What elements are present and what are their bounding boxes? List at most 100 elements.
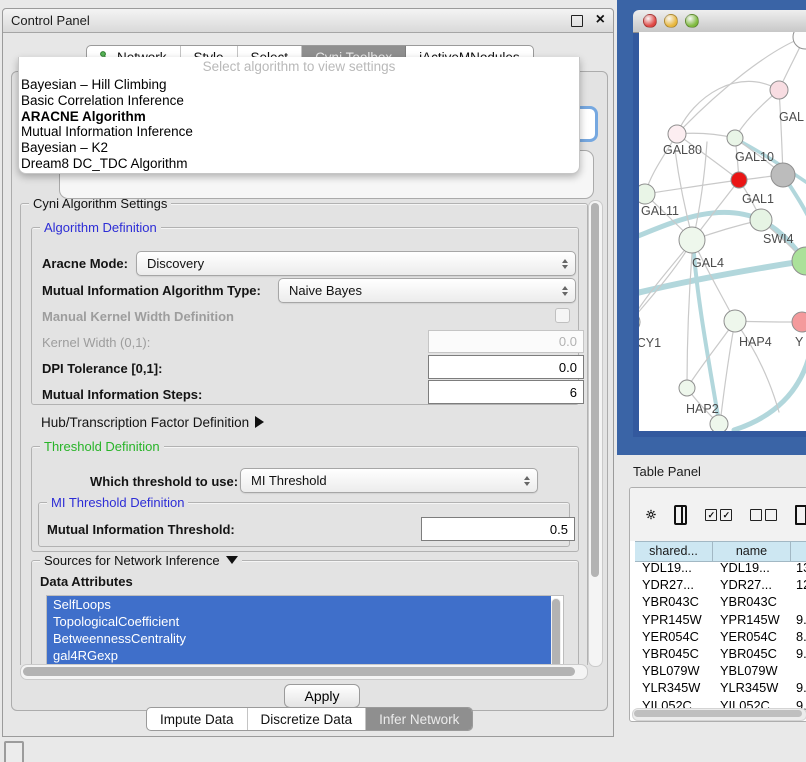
network-view-window[interactable]: GALGAL80GAL10GAL1GAL11SWI4GAL4GCY1HAP4YH…: [633, 10, 806, 437]
close-window-button[interactable]: [643, 14, 657, 28]
threshold-definition-group: Threshold Definition Which threshold to …: [31, 446, 579, 552]
network-window-titlebar[interactable]: [633, 10, 806, 33]
column-header[interactable]: name: [713, 542, 791, 561]
node-label: GAL: [779, 110, 804, 124]
table-cell: YBL079W: [720, 663, 778, 678]
node-label: GAL80: [663, 143, 702, 157]
aracne-mode-select[interactable]: Discovery: [136, 251, 576, 276]
table-horizontal-scrollbar[interactable]: [632, 708, 806, 721]
table-row[interactable]: YBR043CYBR043C: [635, 594, 806, 611]
network-node-hap4[interactable]: [724, 310, 746, 332]
table-row[interactable]: YDR27...YDR27...12: [635, 577, 806, 594]
gear-icon[interactable]: [646, 506, 656, 523]
sources-title-text: Sources for Network Inference: [44, 553, 220, 568]
table-cell: 9.: [796, 680, 806, 695]
table-cell: YDL19...: [642, 560, 692, 575]
network-node-gal80[interactable]: [668, 125, 686, 143]
apply-button[interactable]: Apply: [284, 684, 360, 708]
data-attributes-list[interactable]: SelfLoopsTopologicalCoefficientBetweenne…: [46, 595, 564, 665]
table-cell: YBR043C: [642, 594, 699, 609]
zoom-window-button[interactable]: [685, 14, 699, 28]
network-node-gal4[interactable]: [679, 227, 705, 253]
tab-infer-network[interactable]: Infer Network: [366, 708, 472, 730]
attribute-list-item[interactable]: gal4RGexp: [47, 647, 551, 664]
table-cell: 13: [796, 560, 806, 575]
node-label: GAL4: [692, 256, 724, 270]
algorithm-option[interactable]: Bayesian – Hill Climbing: [19, 77, 579, 93]
dpi-tolerance-value: 0.0: [559, 360, 577, 375]
table-cell: YBR045C: [642, 646, 699, 661]
network-node-swi4[interactable]: [750, 209, 772, 231]
algorithm-option[interactable]: Bayesian – K2: [19, 140, 579, 156]
table-row[interactable]: YDL19...YDL19...13: [635, 560, 806, 577]
hub-tf-label: Hub/Transcription Factor Definition: [41, 415, 249, 430]
mi-threshold-field[interactable]: 0.5: [421, 517, 575, 541]
sources-group: Sources for Network Inference Data Attri…: [31, 560, 579, 665]
control-panel-titlebar[interactable]: Control Panel ×: [3, 9, 613, 33]
table-row[interactable]: YLR345WYLR345W9.: [635, 680, 806, 697]
node-label: GAL10: [735, 150, 774, 164]
network-node-gal11[interactable]: [639, 184, 655, 204]
tab-discretize-data[interactable]: Discretize Data: [248, 708, 367, 730]
network-node-gal1[interactable]: [731, 172, 747, 188]
network-node-hap2[interactable]: [679, 380, 695, 396]
kernel-width-label: Kernel Width (0,1):: [42, 335, 150, 350]
table-hscroll-thumb[interactable]: [634, 710, 802, 717]
attribute-list-item[interactable]: BetweennessCentrality: [47, 630, 551, 647]
manual-kernel-checkbox[interactable]: [555, 308, 570, 323]
mi-steps-field[interactable]: 6: [428, 380, 584, 404]
table-row[interactable]: YBL079WYBL079W: [635, 663, 806, 680]
network-node-gal10[interactable]: [727, 130, 743, 146]
network-node-gal[interactable]: [770, 81, 788, 99]
export-table-icon[interactable]: [795, 505, 806, 525]
network-node[interactable]: [710, 415, 728, 431]
algorithm-definition-group: Algorithm Definition Aracne Mode: Discov…: [31, 227, 579, 405]
network-node[interactable]: [793, 32, 806, 49]
settings-vertical-scrollbar[interactable]: [588, 200, 603, 667]
attributes-scrollbar[interactable]: [551, 598, 561, 665]
close-icon[interactable]: ×: [596, 10, 605, 30]
float-window-icon[interactable]: [571, 15, 583, 27]
node-label: GAL1: [742, 192, 774, 206]
which-threshold-select[interactable]: MI Threshold: [240, 468, 538, 493]
network-edge: [779, 90, 783, 175]
deselect-all-checks-icon[interactable]: [750, 509, 777, 521]
hub-tf-expander[interactable]: Hub/Transcription Factor Definition: [41, 415, 264, 430]
settings-vscroll-thumb[interactable]: [591, 203, 599, 577]
network-canvas[interactable]: GALGAL80GAL10GAL1GAL11SWI4GAL4GCY1HAP4YH…: [639, 32, 806, 431]
select-all-checks-icon[interactable]: ✓✓: [705, 509, 732, 521]
network-edge: [645, 180, 739, 194]
kernel-width-field[interactable]: 0.0: [428, 330, 584, 353]
attribute-list-item[interactable]: TopologicalCoefficient: [47, 613, 551, 630]
sources-group-title[interactable]: Sources for Network Inference: [40, 553, 242, 568]
column-header[interactable]: shared...: [635, 542, 713, 561]
network-node-gcy1[interactable]: [639, 312, 640, 332]
settings-horizontal-scrollbar[interactable]: [20, 664, 588, 680]
network-node[interactable]: [771, 163, 795, 187]
minimize-window-button[interactable]: [664, 14, 678, 28]
tab-impute-data[interactable]: Impute Data: [147, 708, 248, 730]
table-row[interactable]: YER054CYER054C8.: [635, 629, 806, 646]
aracne-mode-label: Aracne Mode:: [42, 256, 128, 271]
algorithm-option[interactable]: ARACNE Algorithm: [19, 109, 579, 125]
algorithm-option[interactable]: Mutual Information Inference: [19, 124, 579, 140]
network-edge: [677, 81, 779, 134]
tab-label: Infer Network: [379, 712, 459, 727]
mi-type-select[interactable]: Naive Bayes: [278, 278, 576, 303]
algorithm-option[interactable]: Dream8 DC_TDC Algorithm: [19, 156, 579, 172]
table-row[interactable]: YBR045CYBR045C9.: [635, 646, 806, 663]
algorithm-option[interactable]: Basic Correlation Inference: [19, 93, 579, 109]
split-columns-icon[interactable]: [674, 505, 687, 525]
table-row[interactable]: YPR145WYPR145W9.: [635, 612, 806, 629]
which-threshold-value: MI Threshold: [251, 473, 327, 488]
settings-hscroll-thumb[interactable]: [23, 667, 575, 676]
table-cell: 9.: [796, 612, 806, 627]
attribute-list-item[interactable]: SelfLoops: [47, 596, 551, 613]
minimized-panel-icon[interactable]: [4, 741, 24, 762]
column-header[interactable]: [791, 542, 806, 561]
dpi-tolerance-field[interactable]: 0.0: [428, 355, 584, 379]
mi-threshold-label: Mutual Information Threshold:: [47, 522, 235, 537]
node-label: Y: [795, 335, 804, 349]
node-label: SWI4: [763, 232, 794, 246]
network-node-y[interactable]: [792, 312, 806, 332]
